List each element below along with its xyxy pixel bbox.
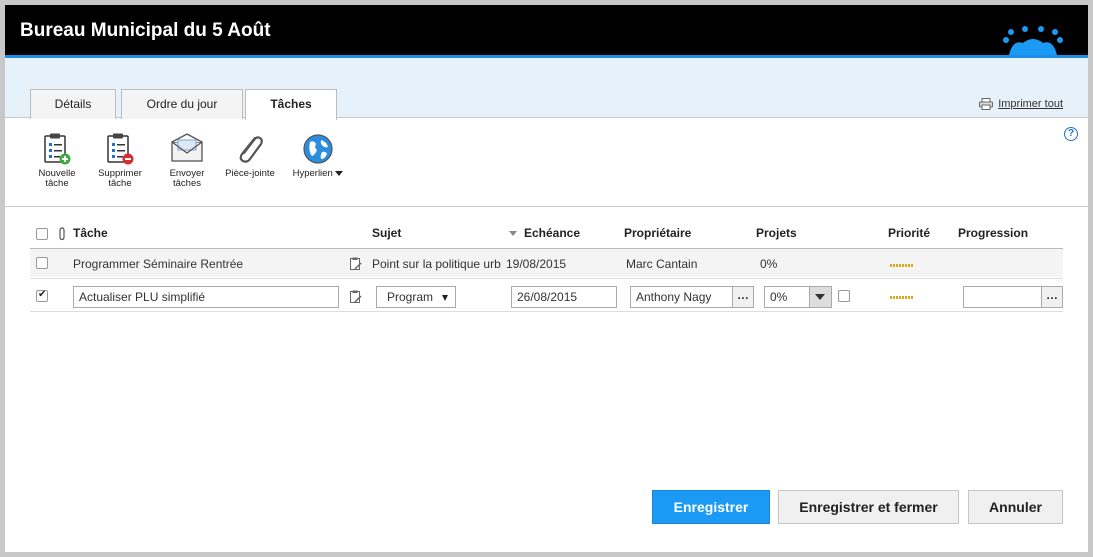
delete-task-button[interactable]: Supprimer tâche <box>95 132 145 189</box>
delete-task-icon <box>107 133 134 165</box>
priority-indicator[interactable] <box>890 264 914 267</box>
toolbar: Nouvelle tâche Supprimer tâche Envoyer t… <box>5 132 1088 207</box>
progress-input[interactable] <box>963 286 1043 308</box>
notes-icon[interactable] <box>349 290 363 304</box>
header-owner[interactable]: Propriétaire <box>624 220 691 248</box>
paperclip-icon <box>239 136 263 163</box>
subject-select-value: Program <box>387 290 434 304</box>
delete-task-label-2: tâche <box>108 178 132 189</box>
row-due-text: 19/08/2015 <box>506 257 567 271</box>
row-projects-text: 0% <box>760 257 778 271</box>
row-task-text: Programmer Séminaire Rentrée <box>73 257 244 271</box>
envelope-icon <box>171 133 203 162</box>
attachment-button[interactable]: Pièce-jointe <box>221 132 279 179</box>
dropdown-arrow-icon <box>815 294 825 300</box>
dropdown-arrow-icon <box>442 295 448 301</box>
hyperlink-button[interactable]: Hyperlien <box>287 132 349 179</box>
print-all-label: Imprimer tout <box>998 98 1063 110</box>
owner-input[interactable]: Anthony Nagy <box>630 286 734 308</box>
title-bar: Bureau Municipal du 5 Août <box>5 5 1088 55</box>
row-owner-text: Marc Cantain <box>626 257 698 271</box>
save-close-button[interactable]: Enregistrer et fermer <box>778 490 959 524</box>
tab-agenda[interactable]: Ordre du jour <box>121 89 243 119</box>
send-tasks-button[interactable]: Envoyer tâches <box>163 132 211 189</box>
select-all-checkbox[interactable] <box>36 228 48 240</box>
header-progress[interactable]: Progression <box>958 220 1028 248</box>
subject-select[interactable]: Program <box>376 286 456 308</box>
globe-icon <box>303 134 333 164</box>
notes-icon[interactable] <box>349 257 363 271</box>
window-title: Bureau Municipal du 5 Août <box>20 20 271 41</box>
header-subject[interactable]: Sujet <box>372 220 401 248</box>
crown-logo-icon <box>1003 26 1063 55</box>
chevron-down-icon <box>335 170 344 176</box>
priority-indicator[interactable] <box>890 296 914 299</box>
header-projects[interactable]: Projets <box>756 220 797 248</box>
printer-icon <box>979 98 994 110</box>
due-date-input[interactable]: 26/08/2015 <box>511 286 617 308</box>
print-all-link[interactable]: Imprimer tout <box>979 98 1063 110</box>
progress-picker-button[interactable]: … <box>1041 286 1063 308</box>
task-name-input[interactable]: Actualiser PLU simplifié <box>73 286 339 308</box>
tab-band: Détails Ordre du jour Tâches Imprimer to… <box>5 58 1088 120</box>
project-checkbox[interactable] <box>838 290 850 302</box>
row-subject-text: Point sur la politique urbaine <box>372 257 501 271</box>
save-button[interactable]: Enregistrer <box>652 490 770 524</box>
task-window: Bureau Municipal du 5 Août Détails Ordre… <box>5 5 1088 552</box>
send-tasks-label-2: tâches <box>173 178 201 189</box>
row-divider <box>30 278 1063 279</box>
owner-picker-button[interactable]: … <box>732 286 754 308</box>
row-checkbox[interactable] <box>36 289 48 302</box>
row-checkbox[interactable] <box>36 257 48 269</box>
sort-desc-icon <box>509 231 517 236</box>
new-task-icon <box>44 133 71 165</box>
cancel-button[interactable]: Annuler <box>968 490 1063 524</box>
row-divider <box>30 311 1063 312</box>
hyperlink-label: Hyperlien <box>287 169 349 179</box>
tab-tasks[interactable]: Tâches <box>245 89 337 120</box>
new-task-label-2: tâche <box>45 178 69 189</box>
projects-select[interactable]: 0% <box>764 286 832 308</box>
new-task-button[interactable]: Nouvelle tâche <box>35 132 79 189</box>
header-task[interactable]: Tâche <box>73 220 108 248</box>
attachment-column-icon <box>59 227 65 241</box>
attachment-label: Pièce-jointe <box>225 168 275 179</box>
header-priority[interactable]: Priorité <box>888 220 930 248</box>
tab-details[interactable]: Détails <box>30 89 116 119</box>
header-due[interactable]: Echéance <box>524 220 580 248</box>
projects-select-value: 0% <box>770 290 788 304</box>
